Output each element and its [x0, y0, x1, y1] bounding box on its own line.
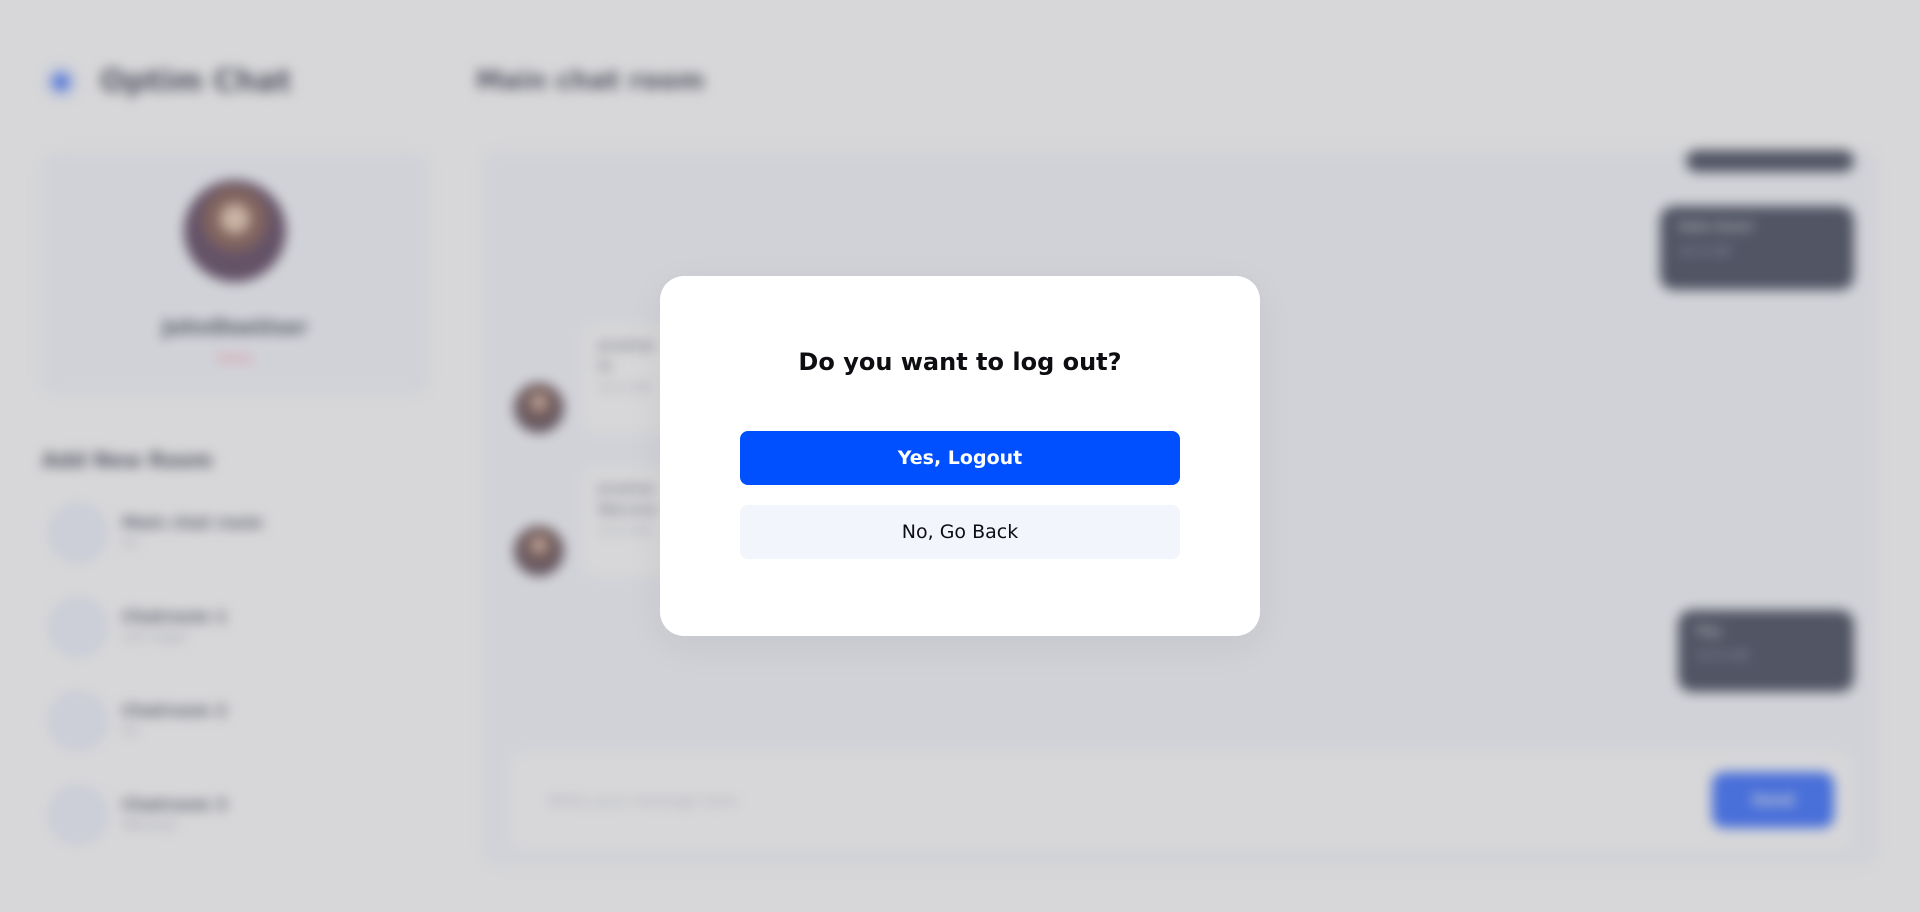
- cancel-button[interactable]: No, Go Back: [740, 505, 1180, 559]
- logout-dialog: Do you want to log out? Yes, Logout No, …: [660, 276, 1260, 636]
- dialog-title: Do you want to log out?: [798, 348, 1122, 376]
- confirm-logout-button[interactable]: Yes, Logout: [740, 431, 1180, 485]
